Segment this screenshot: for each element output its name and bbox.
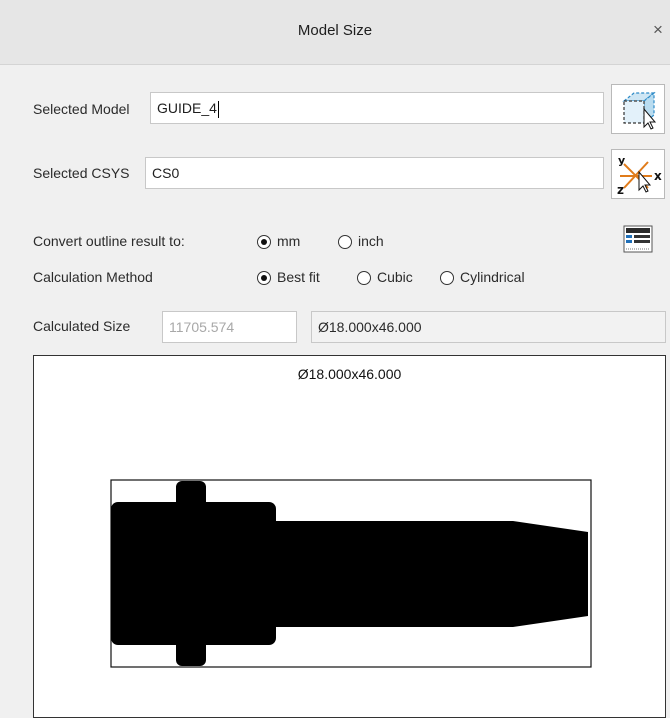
radio-cubic[interactable] bbox=[357, 271, 371, 285]
calculated-volume-value: 11705.574 bbox=[169, 319, 235, 335]
window-title: Model Size bbox=[297, 22, 373, 39]
text-caret bbox=[217, 100, 219, 118]
radio-inch[interactable] bbox=[338, 235, 352, 249]
select-model-button[interactable] bbox=[611, 84, 665, 134]
calculated-size-field: Ø18.000x46.000 bbox=[311, 311, 666, 343]
radio-mm[interactable] bbox=[257, 235, 271, 249]
svg-text:y: y bbox=[618, 154, 625, 167]
part-outline-graphic bbox=[110, 479, 592, 668]
calculated-size-label: Calculated Size bbox=[33, 318, 131, 334]
calculation-method-label: Calculation Method bbox=[33, 269, 153, 285]
selected-csys-value: CS0 bbox=[152, 165, 180, 181]
csys-axes-icon: y x z bbox=[617, 154, 662, 197]
selected-csys-label: Selected CSYS bbox=[33, 165, 130, 181]
radio-best-fit-label[interactable]: Best fit bbox=[277, 269, 320, 285]
convert-outline-label: Convert outline result to: bbox=[33, 233, 185, 249]
calculated-size-value: Ø18.000x46.000 bbox=[318, 319, 422, 335]
selected-model-value: GUIDE_4 bbox=[157, 100, 217, 116]
radio-inch-label[interactable]: inch bbox=[358, 233, 384, 249]
table-button[interactable] bbox=[620, 222, 656, 258]
table-icon bbox=[623, 225, 653, 253]
radio-cylindrical-label[interactable]: Cylindrical bbox=[460, 269, 525, 285]
box-select-icon bbox=[617, 90, 661, 130]
close-icon[interactable]: × bbox=[653, 20, 663, 40]
radio-best-fit[interactable] bbox=[257, 271, 271, 285]
radio-cylindrical[interactable] bbox=[440, 271, 454, 285]
title-bar: Model Size × bbox=[0, 0, 670, 65]
radio-mm-label[interactable]: mm bbox=[277, 233, 300, 249]
selected-model-field[interactable]: GUIDE_4 bbox=[150, 92, 604, 124]
selected-csys-field[interactable]: CS0 bbox=[145, 157, 604, 189]
calculated-volume-field: 11705.574 bbox=[162, 311, 297, 343]
svg-text:x: x bbox=[654, 169, 662, 183]
svg-text:z: z bbox=[617, 183, 624, 197]
select-csys-button[interactable]: y x z bbox=[611, 149, 665, 199]
radio-cubic-label[interactable]: Cubic bbox=[377, 269, 413, 285]
selected-model-label: Selected Model bbox=[33, 101, 130, 117]
preview-canvas: Ø18.000x46.000 bbox=[33, 355, 666, 718]
